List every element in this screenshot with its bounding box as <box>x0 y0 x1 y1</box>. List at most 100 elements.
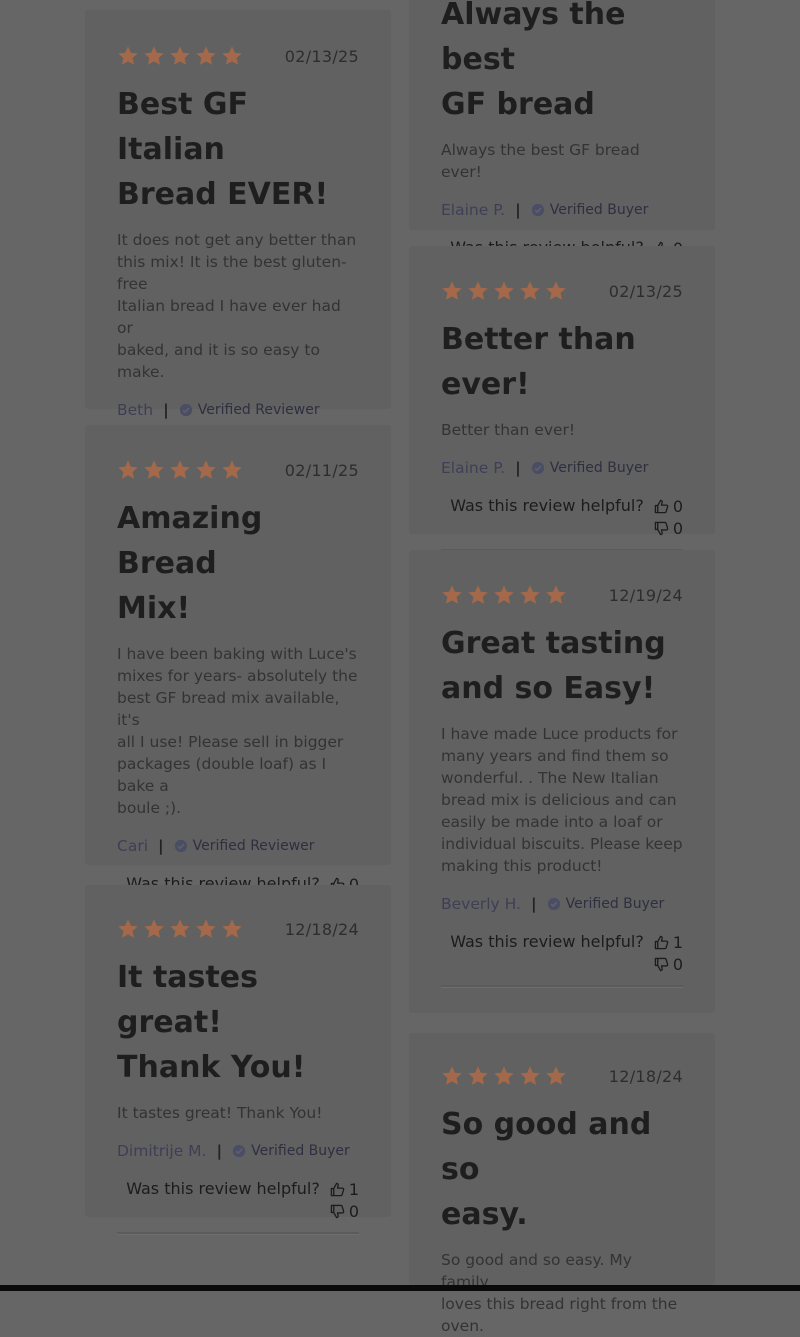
star-icon <box>118 919 138 938</box>
thumbs-up-icon <box>654 499 669 513</box>
star-icon <box>222 919 242 938</box>
helpful-no-count: 0 <box>672 954 683 974</box>
check-circle-icon <box>531 461 544 475</box>
author-row: Beverly H. | Verified Buyer <box>441 893 683 915</box>
review-card: 12/19/24 Great tasting and so Easy! I ha… <box>409 550 715 1013</box>
star-icon <box>468 281 488 300</box>
separator: | <box>530 895 537 913</box>
review-date: 02/13/25 <box>284 46 359 66</box>
helpful-no-button[interactable]: 0 <box>654 953 683 975</box>
review-title-line: Better than ever! <box>441 322 636 402</box>
star-icon <box>468 1066 488 1085</box>
star-icon <box>144 919 164 938</box>
divider <box>117 1232 359 1235</box>
review-body: It does not get any better than this mix… <box>117 229 359 383</box>
verified-badge: Verified Buyer <box>251 1143 350 1159</box>
review-date: 02/11/25 <box>284 460 359 480</box>
helpful-no-button[interactable]: 0 <box>330 1200 359 1222</box>
helpful-label: Was this review helpful? <box>450 496 644 515</box>
author-row: Dimitrije M. | Verified Buyer <box>117 1140 359 1162</box>
author-row: Elaine P. | Verified Buyer <box>441 199 683 221</box>
review-body-line: loves this bread right from the <box>441 1295 678 1313</box>
star-rating <box>441 1065 567 1087</box>
separator: | <box>163 401 169 419</box>
review-body-line: this mix! It is the best gluten-free <box>117 253 347 293</box>
review-body-line: bread mix is delicious and can <box>441 791 677 809</box>
review-body-line: It does not get any better than <box>117 231 357 249</box>
star-icon <box>494 281 514 300</box>
helpful-yes-count: 0 <box>672 496 683 516</box>
star-icon <box>170 46 190 65</box>
helpful-no-count: 0 <box>348 1201 359 1221</box>
verified-badge: Verified Reviewer <box>192 838 315 854</box>
review-body: I have made Luce products for many years… <box>441 723 683 877</box>
helpful-yes-button[interactable]: 1 <box>330 1178 359 1200</box>
review-title-line: Always the best <box>441 0 626 77</box>
star-icon <box>442 281 462 300</box>
star-icon <box>494 1066 514 1085</box>
thumbs-down-icon <box>654 521 669 535</box>
check-circle-icon <box>179 403 192 417</box>
star-icon <box>222 46 242 65</box>
star-rating <box>117 459 243 481</box>
star-icon <box>118 460 138 479</box>
helpful-row: Was this review helpful? 0 0 <box>441 495 683 539</box>
review-title-line: easy. <box>441 1197 528 1232</box>
review-body: It tastes great! Thank You! <box>117 1102 359 1124</box>
review-title: Always the best GF bread <box>441 0 683 127</box>
author-row: Elaine P. | Verified Buyer <box>441 457 683 479</box>
review-body-line: Italian bread I have ever had or <box>117 297 341 337</box>
review-title: Great tasting and so Easy! <box>441 621 683 711</box>
helpful-yes-button[interactable]: 1 <box>654 931 683 953</box>
star-rating <box>117 918 243 940</box>
helpful-label: Was this review helpful? <box>126 1179 320 1198</box>
review-body-line: individual biscuits. Please keep <box>441 835 683 853</box>
review-body-line: I have been baking with Luce's <box>117 645 357 663</box>
review-title-line: Thank You! <box>117 1050 306 1085</box>
separator: | <box>216 1142 223 1160</box>
check-circle-icon <box>233 1144 246 1158</box>
star-rating <box>117 45 243 67</box>
star-icon <box>118 46 138 65</box>
helpful-no-button[interactable]: 0 <box>654 517 683 539</box>
review-body: So good and so easy. My family loves thi… <box>441 1249 683 1337</box>
divider <box>441 985 683 988</box>
verified-badge: Verified Buyer <box>565 896 665 912</box>
review-title: Better than ever! <box>441 317 683 407</box>
review-title: Best GF Italian Bread EVER! <box>117 82 359 217</box>
review-body-line: mixes for years- absolutely the <box>117 667 358 685</box>
review-author: Elaine P. <box>441 459 506 477</box>
review-body: Always the best GF bread ever! <box>441 139 683 183</box>
review-author: Beverly H. <box>441 895 521 913</box>
review-body-line: wonderful. . The New Italian <box>441 769 659 787</box>
review-body-line: best GF bread mix available, it's <box>117 689 340 729</box>
review-date: 12/18/24 <box>608 1066 683 1086</box>
review-author: Dimitrije M. <box>117 1142 207 1160</box>
thumbs-up-icon <box>330 1182 345 1196</box>
star-icon <box>442 585 462 604</box>
star-rating <box>441 280 567 302</box>
helpful-yes-button[interactable]: 0 <box>654 495 683 517</box>
star-icon <box>520 1066 540 1085</box>
star-icon <box>170 460 190 479</box>
review-card: Always the best GF bread Always the best… <box>409 0 715 294</box>
review-body-line: baked, and it is so easy to make. <box>117 341 320 381</box>
separator: | <box>515 201 521 219</box>
review-body-line: packages (double loaf) as I bake a <box>117 755 327 795</box>
review-date: 02/13/25 <box>608 281 683 301</box>
verified-badge: Verified Buyer <box>549 202 649 218</box>
review-date: 12/19/24 <box>608 585 683 605</box>
review-card: 02/11/25 Amazing Bread Mix! I have been … <box>85 425 391 930</box>
thumbs-down-icon <box>654 957 669 971</box>
review-body-line: Always the best GF bread ever! <box>441 141 640 181</box>
review-body-line: making this product! <box>441 857 603 875</box>
separator: | <box>515 459 521 477</box>
star-rating <box>441 584 567 606</box>
review-title: It tastes great! Thank You! <box>117 955 359 1090</box>
separator: | <box>158 837 164 855</box>
star-icon <box>468 585 488 604</box>
review-card: 02/13/25 Better than ever! Better than e… <box>409 246 715 552</box>
review-card: 02/13/25 Best GF Italian Bread EVER! It … <box>85 10 391 494</box>
star-icon <box>494 585 514 604</box>
review-body-line: all I use! Please sell in bigger <box>117 733 344 751</box>
